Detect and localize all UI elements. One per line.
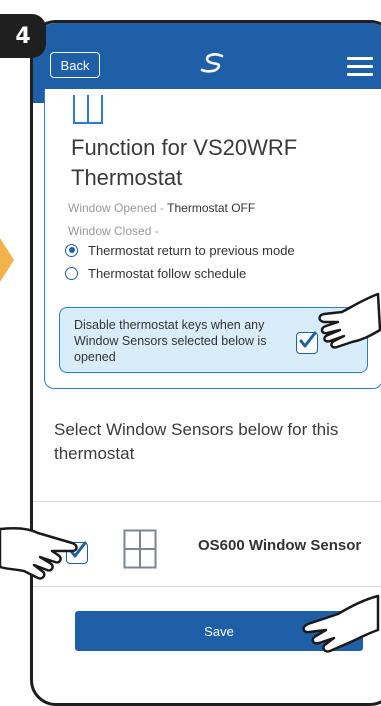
checkmark-icon: [299, 331, 317, 348]
pointing-hand-icon: [318, 292, 381, 349]
disable-keys-label: Disable thermostat keys when any Window …: [74, 318, 267, 364]
pointing-hand-icon: [0, 526, 78, 580]
step-badge: 4: [0, 14, 46, 58]
option-follow-schedule[interactable]: Thermostat follow schedule: [65, 264, 246, 282]
previous-step-arrow-icon: [0, 238, 14, 282]
sensor-name: OS600 Window Sensor: [198, 537, 362, 554]
disable-keys-checkbox[interactable]: [296, 331, 318, 354]
window-opened-label: Window Opened -: [68, 201, 165, 215]
window-closed-status: Window Closed -: [68, 224, 159, 238]
divider: [33, 586, 381, 587]
salus-logo-icon[interactable]: [198, 53, 228, 73]
panel-title: Function for VS20WRF Thermostat: [71, 135, 298, 190]
option-previous-mode[interactable]: Thermostat return to previous mode: [65, 241, 295, 259]
option-label: Thermostat follow schedule: [88, 265, 247, 281]
option-label: Thermostat return to previous mode: [88, 242, 295, 258]
window-icon: [73, 95, 103, 124]
pointing-hand-icon: [302, 594, 380, 653]
radio-previous-mode[interactable]: [65, 243, 78, 257]
hamburger-menu-icon[interactable]: [347, 57, 373, 81]
window-opened-value: Thermostat OFF: [167, 201, 256, 215]
window-closed-label: Window Closed -: [68, 224, 159, 238]
window-sensor-icon: [123, 529, 157, 569]
sensors-heading: Select Window Sensors below for this the…: [54, 420, 339, 463]
back-button[interactable]: Back: [50, 52, 100, 78]
window-opened-status: Window Opened - Thermostat OFF: [68, 201, 255, 215]
radio-follow-schedule[interactable]: [65, 266, 78, 280]
